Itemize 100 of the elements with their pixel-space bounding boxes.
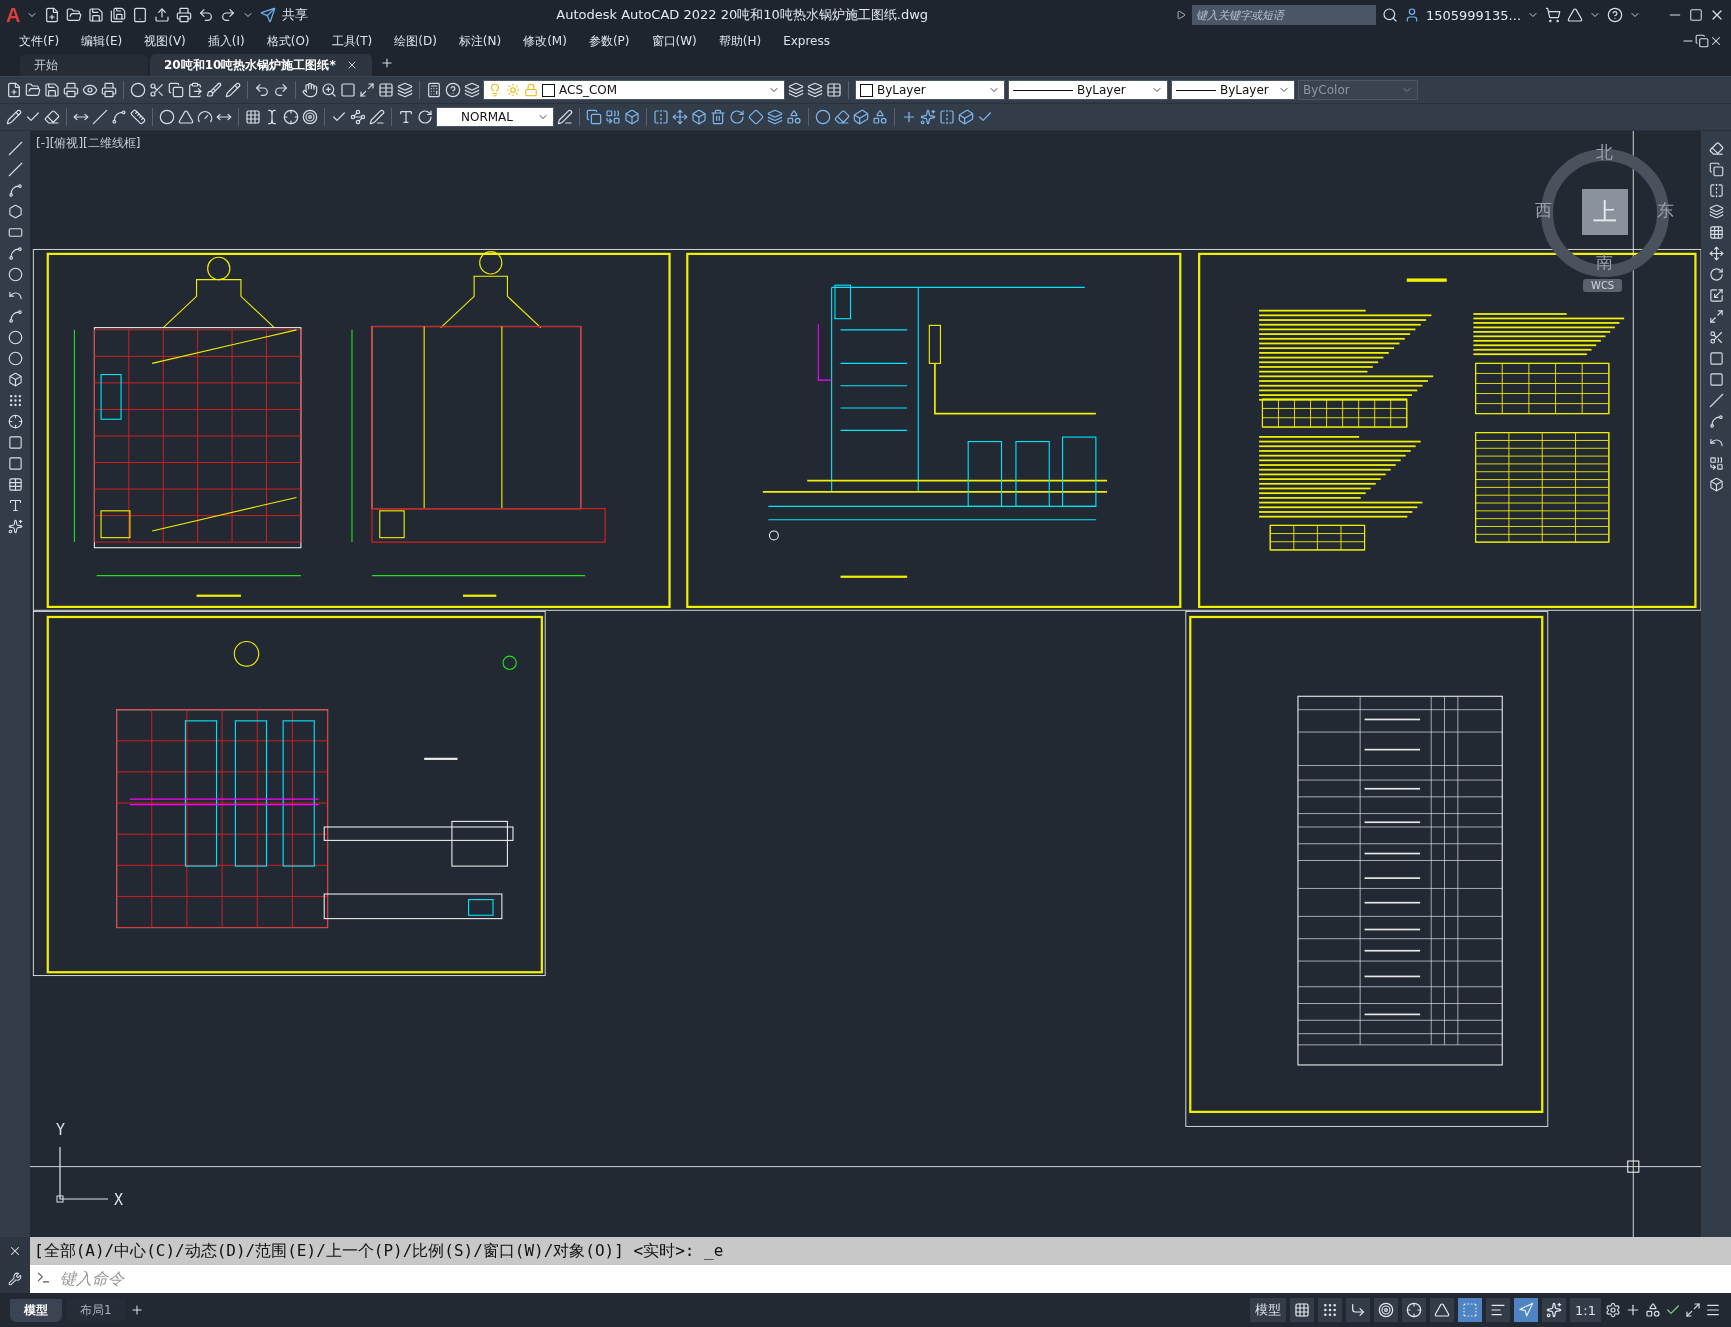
copy-icon[interactable] <box>1708 162 1724 177</box>
eraser-icon[interactable] <box>834 109 850 125</box>
table-icon[interactable] <box>7 477 23 492</box>
square-icon[interactable] <box>1708 372 1724 387</box>
eye-icon[interactable] <box>82 82 98 98</box>
menu-item[interactable]: 视图(V) <box>133 32 197 50</box>
triangle-toggle[interactable] <box>1430 1298 1455 1322</box>
line-icon[interactable] <box>7 162 23 177</box>
help-icon[interactable] <box>1607 7 1623 23</box>
target-icon[interactable] <box>302 109 318 125</box>
pen-line-icon[interactable] <box>557 109 573 125</box>
type-icon[interactable] <box>7 498 23 513</box>
send-icon[interactable] <box>260 7 277 23</box>
tablet-icon[interactable] <box>132 7 149 23</box>
lineweight-dropdown[interactable]: ByLayer <box>1171 80 1295 100</box>
plus-icon[interactable] <box>379 55 394 70</box>
maximize-icon[interactable] <box>1708 309 1724 324</box>
calculator-icon[interactable] <box>426 82 442 98</box>
maximize-icon[interactable] <box>359 82 375 98</box>
redo-icon[interactable] <box>273 82 289 98</box>
target-toggle[interactable] <box>1374 1298 1399 1322</box>
menu-item[interactable]: Express <box>772 34 841 48</box>
undo-icon[interactable] <box>254 82 270 98</box>
dashed-square-toggle[interactable] <box>1458 1298 1483 1322</box>
dots-toggle[interactable] <box>1318 1298 1343 1322</box>
cart-icon[interactable] <box>1545 7 1561 23</box>
wrench-icon[interactable] <box>8 1272 22 1286</box>
menu-item[interactable]: 修改(M) <box>512 32 578 50</box>
zoom-in-icon[interactable] <box>321 82 337 98</box>
compass-south[interactable]: 南 <box>1596 251 1613 274</box>
line-icon[interactable] <box>1708 393 1724 408</box>
grid-icon[interactable] <box>245 109 261 125</box>
plus-icon[interactable] <box>901 109 917 125</box>
curve-icon[interactable] <box>1708 414 1724 429</box>
plus-icon[interactable] <box>129 1303 144 1317</box>
grid-icon[interactable] <box>1708 225 1724 240</box>
grid-toggle[interactable] <box>1290 1298 1315 1322</box>
combine-icon[interactable] <box>1708 456 1724 471</box>
copy-icon[interactable] <box>168 82 184 98</box>
gauge-icon[interactable] <box>197 109 213 125</box>
rectangle-icon[interactable] <box>7 225 23 240</box>
layers-icon[interactable] <box>788 82 804 98</box>
triangle-icon[interactable] <box>1567 7 1583 23</box>
close-icon[interactable] <box>1709 34 1723 48</box>
shapes-icon[interactable] <box>1645 1302 1661 1318</box>
crosshair-icon[interactable] <box>283 109 299 125</box>
copy-icon[interactable] <box>586 109 602 125</box>
arrow-toggle[interactable] <box>1514 1298 1539 1322</box>
circle-icon[interactable] <box>815 109 831 125</box>
move-icon[interactable] <box>672 109 688 125</box>
trash-icon[interactable] <box>710 109 726 125</box>
sparkles-toggle[interactable] <box>1542 1298 1567 1322</box>
annotation-scale[interactable]: 1:1 <box>1570 1298 1601 1322</box>
rotate-icon[interactable] <box>729 109 745 125</box>
folder-icon[interactable] <box>66 7 83 23</box>
help-icon[interactable] <box>445 82 461 98</box>
scissors-icon[interactable] <box>149 82 165 98</box>
upload-icon[interactable] <box>154 7 171 23</box>
box-icon[interactable] <box>7 372 23 387</box>
box-icon[interactable] <box>691 109 707 125</box>
brush-icon[interactable] <box>206 82 222 98</box>
layout-tab[interactable]: 模型 <box>10 1298 62 1322</box>
text-style-dropdown[interactable]: NORMAL <box>436 107 554 127</box>
shapes-icon[interactable] <box>872 109 888 125</box>
curve-icon[interactable] <box>7 309 23 324</box>
circle-icon[interactable] <box>159 109 175 125</box>
layers-icon[interactable] <box>767 109 783 125</box>
ruler-icon[interactable] <box>130 109 146 125</box>
app-logo[interactable]: A <box>6 3 21 27</box>
diagonal-line-icon[interactable] <box>92 109 108 125</box>
menu-item[interactable]: 帮助(H) <box>707 32 773 50</box>
square-icon[interactable] <box>7 456 23 471</box>
curve-icon[interactable] <box>7 183 23 198</box>
search-icon[interactable] <box>1381 7 1398 23</box>
menu-item[interactable]: 格式(O) <box>255 32 321 50</box>
layers-icon[interactable] <box>464 82 480 98</box>
pencil-icon[interactable] <box>6 109 22 125</box>
shapes-icon[interactable] <box>786 109 802 125</box>
waypoints-icon[interactable] <box>350 109 366 125</box>
table-icon[interactable] <box>826 82 842 98</box>
eraser-icon[interactable] <box>44 109 60 125</box>
triangle-icon[interactable] <box>178 109 194 125</box>
menu-item[interactable]: 工具(T) <box>320 32 384 50</box>
layer-dropdown[interactable]: ACS_COM <box>483 80 785 100</box>
command-input[interactable]: 键入命令 <box>30 1265 1731 1293</box>
layout-tab[interactable]: 布局1 <box>66 1298 126 1322</box>
wcs-menu[interactable]: WCS <box>1583 279 1623 292</box>
corner-arrow-toggle[interactable] <box>1346 1298 1371 1322</box>
line-icon[interactable] <box>7 141 23 156</box>
save-icon[interactable] <box>88 7 105 23</box>
box-icon[interactable] <box>624 109 640 125</box>
hexagon-icon[interactable] <box>7 204 23 219</box>
printer-icon[interactable] <box>176 7 193 23</box>
menu-item[interactable]: 参数(P) <box>577 32 641 50</box>
color-dropdown[interactable]: ByLayer <box>855 80 1005 100</box>
search-field[interactable]: 键入关键字或短语 <box>1191 5 1376 25</box>
scale-icon[interactable] <box>1708 288 1724 303</box>
maximize-icon[interactable] <box>1689 8 1703 22</box>
eraser-icon[interactable] <box>1708 141 1724 156</box>
rotate-icon[interactable] <box>1708 267 1724 282</box>
